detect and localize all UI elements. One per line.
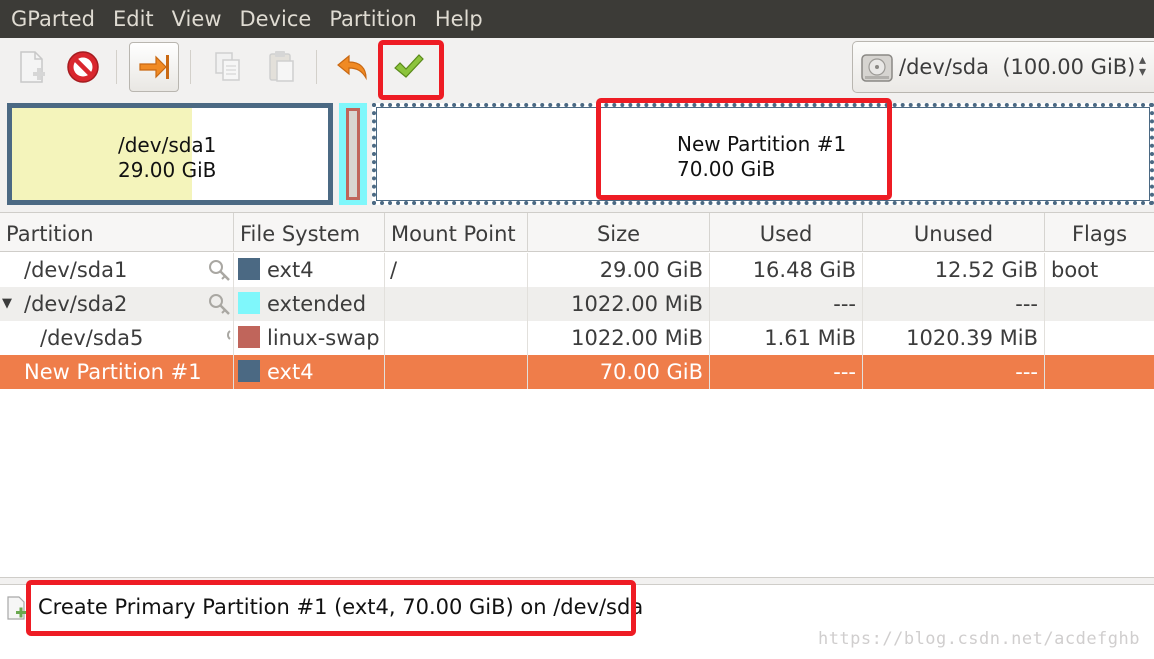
pending-operations-pane: Create Primary Partition #1 (ext4, 70.00… bbox=[0, 584, 1154, 659]
flags-cell: boot bbox=[1051, 258, 1099, 282]
column-header-flags[interactable]: Flags bbox=[1045, 213, 1154, 252]
diskmap-new-partition[interactable]: New Partition #1 70.00 GiB bbox=[372, 103, 1154, 205]
new-document-icon bbox=[20, 51, 45, 83]
menu-bar: GParted Edit View Device Partition Help bbox=[0, 0, 1154, 38]
flags-cell bbox=[1051, 321, 1151, 355]
checkmark-icon bbox=[394, 54, 424, 78]
used-cell: 16.48 GiB bbox=[752, 258, 856, 282]
key-icon bbox=[209, 294, 230, 315]
size-cell: 1022.00 MiB bbox=[571, 326, 703, 350]
operation-item[interactable]: Create Primary Partition #1 (ext4, 70.00… bbox=[38, 593, 643, 621]
delete-partition-button[interactable] bbox=[58, 42, 108, 92]
device-selector[interactable]: /dev/sda (100.00 GiB) ▴ ▾ bbox=[852, 41, 1154, 93]
unused-cell: 1020.39 MiB bbox=[906, 326, 1038, 350]
partition-label: /dev/sda1 29.00 GiB bbox=[118, 133, 216, 183]
toolbar-separator bbox=[116, 50, 117, 84]
column-header-partition[interactable]: Partition bbox=[0, 213, 234, 252]
diskmap-partition-sda1[interactable]: /dev/sda1 29.00 GiB bbox=[7, 103, 333, 205]
harddisk-icon bbox=[861, 54, 893, 82]
partition-cell: /dev/sda2 bbox=[24, 292, 128, 316]
table-header: Partition File System Mount Point Size U… bbox=[0, 213, 1154, 252]
menu-help[interactable]: Help bbox=[426, 0, 492, 38]
unused-cell: --- bbox=[1015, 360, 1038, 384]
copy-button[interactable] bbox=[202, 42, 252, 92]
undo-button[interactable] bbox=[328, 42, 378, 92]
filesystem-cell: linux-swap bbox=[267, 326, 380, 350]
table-row-selected[interactable]: New Partition #1 ext4 70.00 GiB --- --- bbox=[0, 355, 1154, 389]
resize-move-icon bbox=[139, 55, 169, 79]
mountpoint-cell: / bbox=[390, 258, 398, 282]
size-cell: 1022.00 MiB bbox=[571, 292, 703, 316]
column-divider bbox=[1044, 253, 1045, 389]
combo-arrows-icon: ▴ ▾ bbox=[1138, 52, 1146, 80]
menu-view[interactable]: View bbox=[163, 0, 231, 38]
column-divider bbox=[233, 253, 234, 389]
toolbar: /dev/sda (100.00 GiB) ▴ ▾ bbox=[0, 38, 1154, 100]
mountpoint-cell bbox=[390, 355, 525, 389]
device-label: /dev/sda (100.00 GiB) bbox=[899, 55, 1136, 79]
filesystem-color-swatch bbox=[238, 360, 260, 382]
menu-partition[interactable]: Partition bbox=[320, 0, 426, 38]
column-divider bbox=[384, 253, 385, 389]
filesystem-color-swatch bbox=[238, 292, 260, 314]
menu-edit[interactable]: Edit bbox=[104, 0, 163, 38]
toolbar-separator bbox=[316, 50, 317, 84]
new-partition-button[interactable] bbox=[6, 42, 56, 92]
mountpoint-cell bbox=[390, 287, 525, 321]
column-divider bbox=[709, 253, 710, 389]
key-icon bbox=[209, 260, 230, 281]
partition-name: /dev/sda1 bbox=[118, 133, 217, 157]
filesystem-cell: ext4 bbox=[267, 258, 314, 282]
column-divider bbox=[862, 253, 863, 389]
menu-gparted[interactable]: GParted bbox=[2, 0, 104, 38]
copy-icon bbox=[215, 52, 240, 81]
used-cell: 1.61 MiB bbox=[764, 326, 856, 350]
column-header-filesystem[interactable]: File System bbox=[234, 213, 385, 252]
diskmap-partition-extended[interactable] bbox=[339, 103, 367, 205]
table-row[interactable]: ▼ /dev/sda2 extended 1022.00 MiB --- --- bbox=[0, 287, 1154, 321]
paste-button[interactable] bbox=[256, 42, 306, 92]
column-header-unused[interactable]: Unused bbox=[863, 213, 1045, 252]
new-document-icon bbox=[7, 596, 26, 620]
disk-map: /dev/sda1 29.00 GiB New Partition #1 70.… bbox=[0, 98, 1154, 210]
used-cell: --- bbox=[833, 292, 856, 316]
partition-cell: /dev/sda1 bbox=[24, 258, 128, 282]
key-icon bbox=[227, 330, 231, 340]
apply-button[interactable] bbox=[383, 42, 433, 92]
unused-cell: 12.52 GiB bbox=[934, 258, 1038, 282]
diskmap-partition-swap[interactable] bbox=[346, 108, 360, 200]
mountpoint-cell bbox=[390, 321, 525, 355]
size-cell: 70.00 GiB bbox=[599, 360, 703, 384]
filesystem-cell: extended bbox=[267, 292, 367, 316]
filesystem-color-swatch bbox=[238, 326, 260, 348]
column-header-size[interactable]: Size bbox=[528, 213, 710, 252]
watermark: https://blog.csdn.net/acdefghb bbox=[817, 629, 1140, 649]
paste-icon bbox=[269, 51, 294, 82]
unused-cell: --- bbox=[1015, 292, 1038, 316]
size-cell: 29.00 GiB bbox=[599, 258, 703, 282]
column-header-mountpoint[interactable]: Mount Point bbox=[385, 213, 528, 252]
used-cell: --- bbox=[833, 360, 856, 384]
partition-name: New Partition #1 bbox=[677, 132, 847, 156]
flags-cell bbox=[1051, 287, 1151, 321]
menu-device[interactable]: Device bbox=[231, 0, 321, 38]
partition-label: New Partition #1 70.00 GiB bbox=[677, 132, 846, 182]
delete-icon bbox=[67, 51, 99, 83]
column-header-used[interactable]: Used bbox=[710, 213, 863, 252]
toolbar-separator bbox=[190, 50, 191, 84]
table-row[interactable]: /dev/sda5 linux-swap 1022.00 MiB 1.61 Mi… bbox=[0, 321, 1154, 355]
resize-move-button[interactable] bbox=[129, 42, 179, 92]
filesystem-color-swatch bbox=[238, 258, 260, 280]
partition-table: Partition File System Mount Point Size U… bbox=[0, 212, 1154, 578]
filesystem-cell: ext4 bbox=[267, 360, 314, 384]
table-row[interactable]: /dev/sda1 ext4 / 29.00 GiB 16.48 GiB 12.… bbox=[0, 253, 1154, 287]
partition-size: 29.00 GiB bbox=[118, 158, 217, 182]
partition-size: 70.00 GiB bbox=[677, 157, 776, 181]
partition-cell: /dev/sda5 bbox=[40, 326, 144, 350]
column-divider bbox=[527, 253, 528, 389]
expander-arrow-icon[interactable]: ▼ bbox=[2, 287, 12, 321]
undo-icon bbox=[337, 54, 367, 81]
flags-cell bbox=[1051, 355, 1151, 389]
partition-cell: New Partition #1 bbox=[24, 360, 202, 384]
